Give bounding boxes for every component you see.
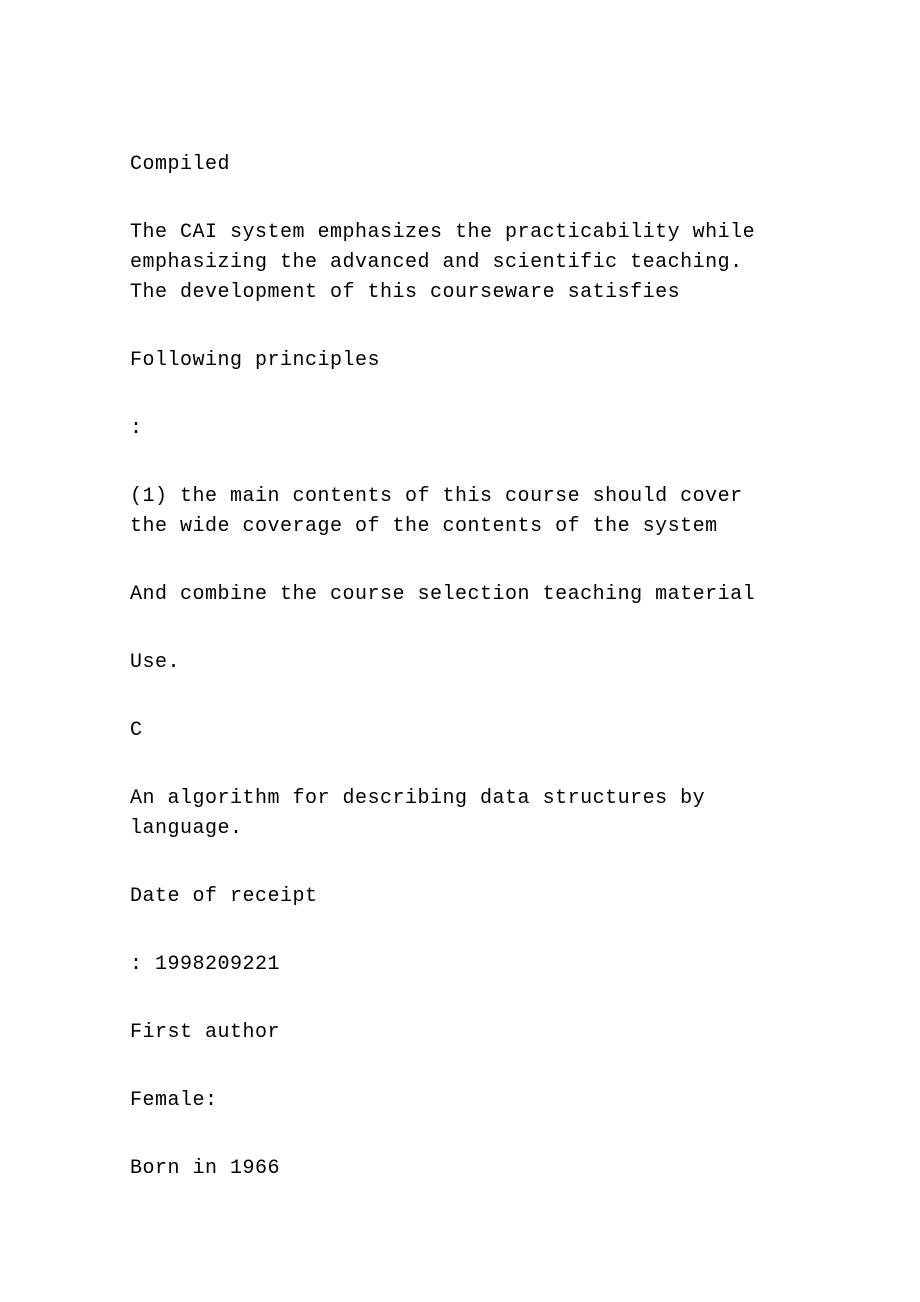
paragraph: Born in 1966 (130, 1154, 790, 1184)
paragraph: First author (130, 1018, 790, 1048)
paragraph: C (130, 716, 790, 746)
paragraph: Use. (130, 648, 790, 678)
paragraph: Female: (130, 1086, 790, 1116)
paragraph: An algorithm for describing data structu… (130, 784, 790, 844)
paragraph: Compiled (130, 150, 790, 180)
paragraph: And combine the course selection teachin… (130, 580, 790, 610)
paragraph: : 1998209221 (130, 950, 790, 980)
paragraph: : (130, 414, 790, 444)
paragraph: The CAI system emphasizes the practicabi… (130, 218, 790, 308)
paragraph: (1) the main contents of this course sho… (130, 482, 790, 542)
paragraph: Date of receipt (130, 882, 790, 912)
paragraph: Following principles (130, 346, 790, 376)
